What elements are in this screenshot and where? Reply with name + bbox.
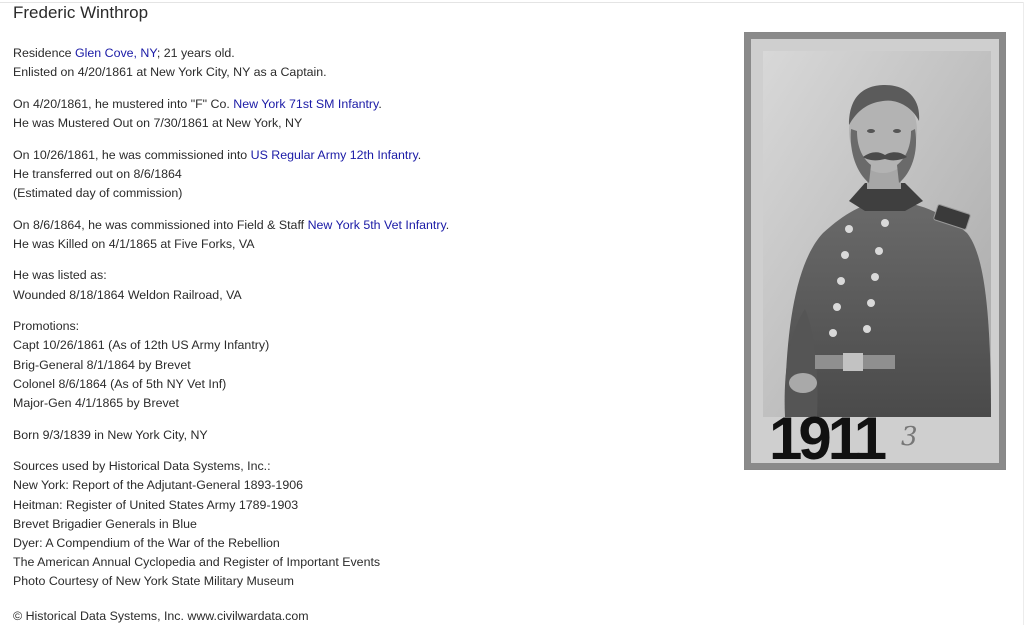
- service-12th-section: On 10/26/1861, he was commissioned into …: [13, 146, 713, 204]
- service-12th-prefix: On 10/26/1861, he was commissioned into: [13, 147, 251, 162]
- portrait-illustration: 1911 3: [745, 33, 1005, 469]
- service-5th-suffix: .: [445, 217, 450, 232]
- service-5th-line: On 8/6/1864, he was commissioned into Fi…: [13, 216, 713, 235]
- enlisted-line: Enlisted on 4/20/1861 at New York City, …: [13, 65, 327, 80]
- service-71st-suffix: .: [378, 96, 382, 111]
- page-title: Frederic Winthrop: [13, 3, 149, 22]
- promotion-item: Major-Gen 4/1/1865 by Brevet: [13, 396, 179, 410]
- source-item: Photo Courtesy of New York State Militar…: [13, 574, 294, 589]
- promotions-heading: Promotions:: [13, 319, 80, 334]
- listed-item: Wounded 8/18/1864 Weldon Railroad, VA: [13, 287, 242, 302]
- mustered-out-line: He was Mustered Out on 7/30/1861 at New …: [13, 116, 303, 130]
- service-71st-prefix: On 4/20/1861, he mustered into "F" Co.: [13, 96, 234, 111]
- belt-buckle: [843, 353, 863, 371]
- photo-number-label: 1911: [769, 405, 886, 469]
- listed-section: He was listed as: Wounded 8/18/1864 Weld…: [13, 266, 713, 304]
- source-item: Dyer: A Compendium of the War of the Reb…: [13, 536, 280, 550]
- service-12th-suffix: .: [417, 147, 422, 162]
- regiment-link-5th[interactable]: New York 5th Vet Infantry: [308, 218, 446, 232]
- service-71st-section: On 4/20/1861, he mustered into "F" Co. N…: [13, 95, 713, 133]
- regiment-link-12th[interactable]: US Regular Army 12th Infantry: [251, 148, 418, 162]
- eye-left: [867, 129, 875, 133]
- regiment-link-71st[interactable]: New York 71st SM Infantry: [233, 97, 378, 111]
- top-divider: [0, 2, 1024, 3]
- estimated-note: (Estimated day of commission): [13, 186, 183, 200]
- transferred-line: He transferred out on 8/6/1864: [13, 166, 182, 181]
- service-71st-line: On 4/20/1861, he mustered into "F" Co. N…: [13, 95, 713, 114]
- promotion-item: Brig-General 8/1/1864 by Brevet: [13, 357, 191, 372]
- residence-link[interactable]: Glen Cove, NY: [75, 46, 157, 60]
- promotion-item: Capt 10/26/1861 (As of 12th US Army Infa…: [13, 338, 270, 353]
- handwritten-mark: 3: [901, 422, 918, 452]
- service-12th-line: On 10/26/1861, he was commissioned into …: [13, 146, 713, 165]
- service-5th-prefix: On 8/6/1864, he was commissioned into Fi…: [13, 217, 308, 232]
- copyright-footer: © Historical Data Systems, Inc. www.civi…: [13, 609, 309, 623]
- residence-prefix: Residence: [13, 46, 75, 60]
- residence-suffix: ; 21 years old.: [156, 46, 235, 60]
- sources-heading: Sources used by Historical Data Systems,…: [13, 459, 271, 474]
- source-item: The American Annual Cyclopedia and Regis…: [13, 555, 381, 570]
- killed-line: He was Killed on 4/1/1865 at Five Forks,…: [13, 236, 255, 251]
- sources-section: Sources used by Historical Data Systems,…: [13, 457, 713, 591]
- record-content: Residence Glen Cove, NY; 21 years old. E…: [13, 44, 713, 604]
- promotions-section: Promotions: Capt 10/26/1861 (As of 12th …: [13, 317, 713, 413]
- portrait-photo: 1911 3: [744, 32, 1006, 470]
- born-section: Born 9/3/1839 in New York City, NY: [13, 426, 713, 445]
- source-item: Heitman: Register of United States Army …: [13, 497, 299, 512]
- residence-section: Residence Glen Cove, NY; 21 years old. E…: [13, 44, 713, 82]
- residence-line: Residence Glen Cove, NY; 21 years old.: [13, 44, 713, 63]
- born-line: Born 9/3/1839 in New York City, NY: [13, 427, 208, 442]
- source-item: Brevet Brigadier Generals in Blue: [13, 516, 197, 531]
- service-5th-section: On 8/6/1864, he was commissioned into Fi…: [13, 216, 713, 254]
- listed-heading: He was listed as:: [13, 268, 107, 283]
- hand: [789, 373, 817, 393]
- eye-right: [893, 129, 901, 133]
- promotion-item: Colonel 8/6/1864 (As of 5th NY Vet Inf): [13, 376, 227, 391]
- source-item: New York: Report of the Adjutant-General…: [13, 478, 303, 493]
